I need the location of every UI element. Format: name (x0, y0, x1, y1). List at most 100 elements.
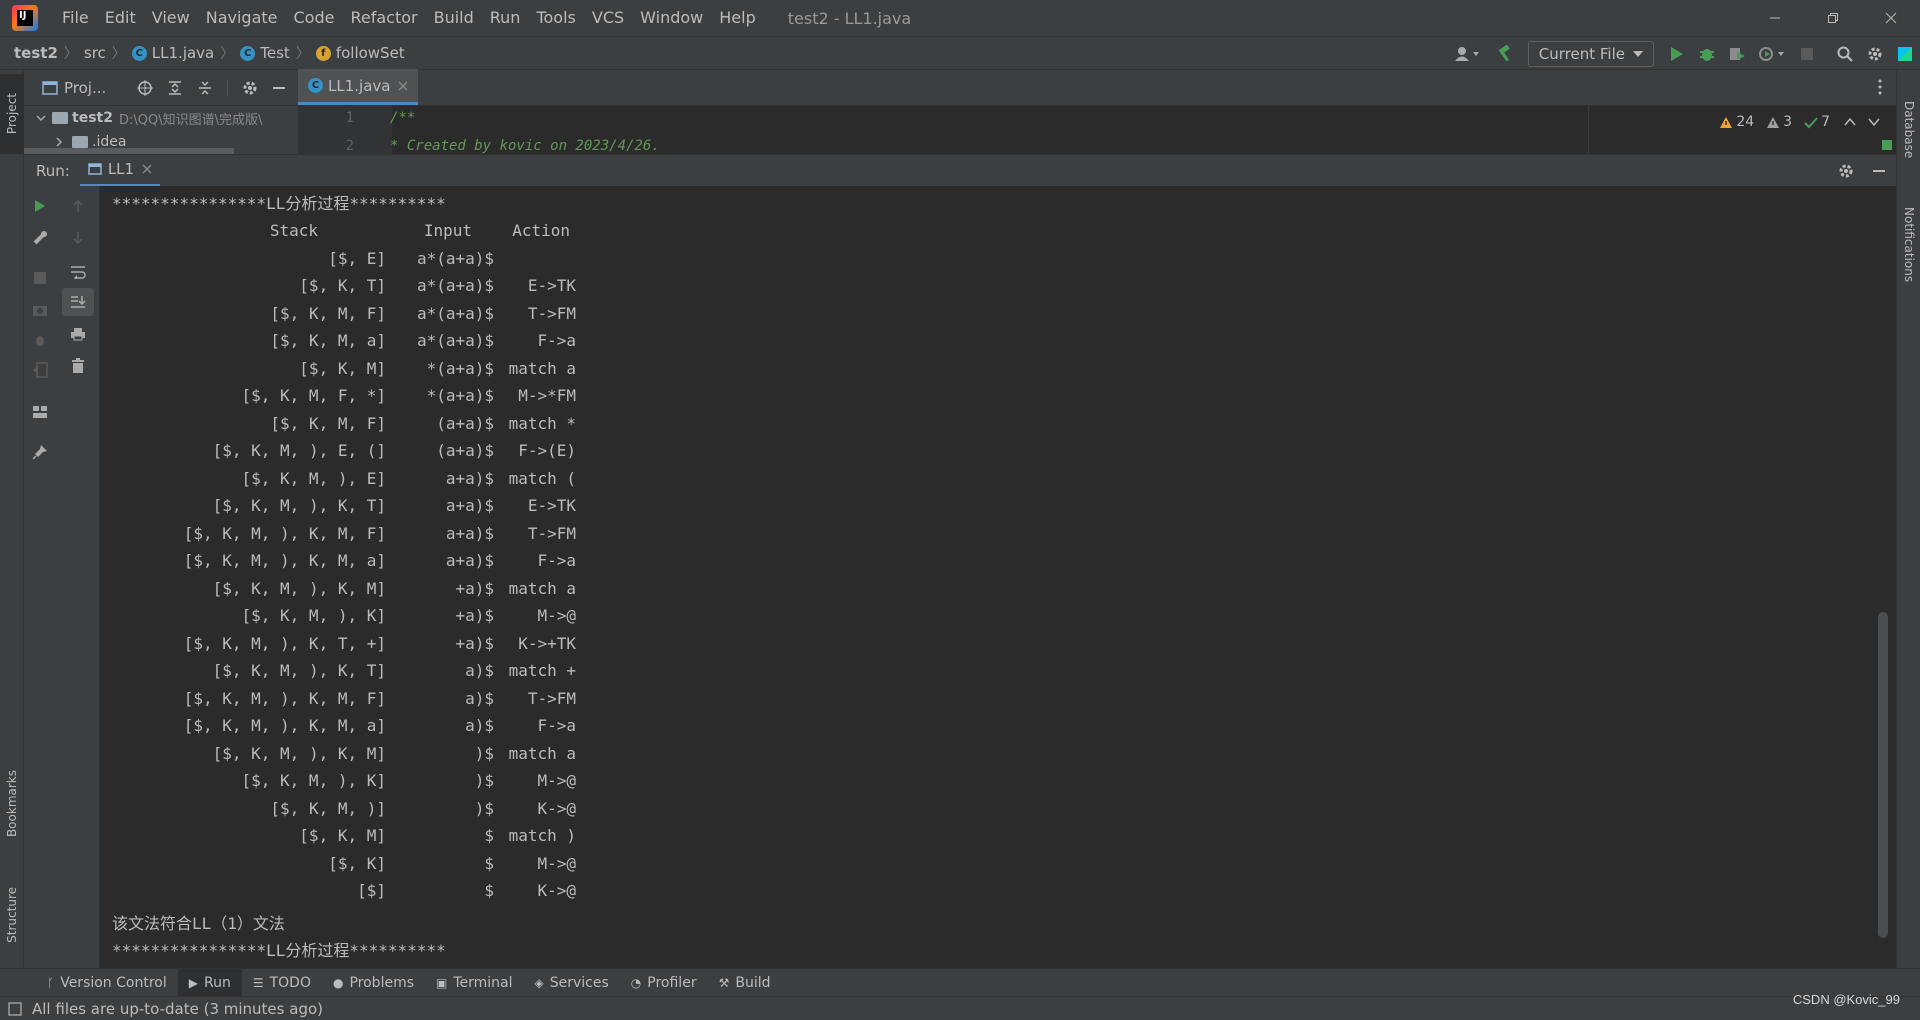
tab-profiler-label: Profiler (647, 974, 697, 991)
menu-help[interactable]: Help (711, 0, 763, 36)
menu-window[interactable]: Window (632, 0, 711, 36)
breadcrumb-method[interactable]: f followSet (315, 44, 405, 62)
close-window-button[interactable] (1862, 0, 1920, 36)
tab-build[interactable]: ⚒ Build (708, 969, 782, 997)
close-tab-icon[interactable] (398, 81, 408, 91)
project-tool-tab[interactable]: Project (0, 74, 24, 154)
tab-terminal-label: Terminal (453, 974, 513, 991)
column-header-input: Input (423, 221, 472, 240)
gear-icon[interactable] (242, 80, 258, 96)
run-tab-ll1[interactable]: LL1 (79, 155, 161, 187)
notifications-tool-tab[interactable]: Notifications (1897, 190, 1920, 300)
menu-tools[interactable]: Tools (528, 0, 583, 36)
next-highlight-icon[interactable] (1868, 117, 1880, 127)
profile-button[interactable] (1752, 37, 1792, 71)
close-tab-icon[interactable] (142, 164, 152, 174)
console-header: ****************LL分析过程********** (112, 194, 446, 213)
search-everywhere-button[interactable] (1830, 37, 1860, 71)
menu-file[interactable]: File (54, 0, 97, 36)
minimize-button[interactable] (1746, 0, 1804, 36)
locate-file-icon[interactable] (137, 79, 153, 96)
edit-configuration-button[interactable] (24, 224, 56, 252)
menu-build[interactable]: Build (426, 0, 482, 36)
editor-tabs-more-button[interactable] (1864, 69, 1896, 105)
tab-run[interactable]: ▶ Run (177, 968, 242, 997)
database-tool-tab[interactable]: Database (1897, 80, 1920, 180)
debug-button[interactable] (24, 326, 56, 354)
run-with-coverage-button[interactable] (1722, 37, 1752, 71)
menu-view[interactable]: View (144, 0, 198, 36)
user-account-button[interactable] (1446, 37, 1490, 71)
structure-tool-tab[interactable]: Structure (0, 870, 24, 960)
tree-root-row[interactable]: test2 D:\QQ\知识图谱\完成版\ (24, 106, 298, 130)
debug-button[interactable] (1692, 37, 1722, 71)
wrench-icon (33, 231, 47, 245)
console-output[interactable]: ****************LL分析过程********** Stack In… (100, 186, 1896, 968)
editor-tab-ll1[interactable]: C LL1.java (298, 69, 419, 105)
build-project-button[interactable] (1490, 37, 1520, 71)
tab-services[interactable]: ◈ Services (524, 969, 620, 997)
dump-threads-button[interactable] (24, 296, 56, 324)
layout-button[interactable] (24, 398, 56, 426)
rerun-button[interactable] (24, 192, 56, 220)
gear-icon[interactable] (1838, 163, 1854, 179)
run-configuration-select[interactable]: Current File (1527, 41, 1654, 67)
previous-occurrence-button[interactable] (62, 192, 94, 220)
restore-button[interactable] (1804, 0, 1862, 36)
exit-button[interactable] (24, 356, 56, 384)
status-message: All files are up-to-date (3 minutes ago) (32, 999, 323, 1018)
print-button[interactable] (62, 320, 94, 348)
code-editor[interactable]: 1 2 /** * Created by kovic on 2023/4/26.… (298, 106, 1896, 154)
menu-vcs[interactable]: VCS (584, 0, 632, 36)
project-tool-tab-label: Project (5, 93, 19, 135)
menu-run[interactable]: Run (482, 0, 529, 36)
menu-edit[interactable]: Edit (97, 0, 144, 36)
tab-todo[interactable]: ☰ TODO (242, 969, 322, 997)
tab-version-control[interactable]: ᚴ Version Control (36, 969, 178, 997)
breadcrumb-class[interactable]: C Test (240, 44, 290, 62)
action-cell: T->FM (527, 303, 576, 323)
run-tab-label: LL1 (107, 160, 135, 178)
window-title: test2 - LL1.java (787, 8, 912, 28)
menu-refactor[interactable]: Refactor (342, 0, 425, 36)
weak-warnings-count[interactable]: 3 (1766, 114, 1792, 130)
breadcrumb-src[interactable]: src (84, 44, 106, 62)
tab-terminal[interactable]: ▣ Terminal (425, 969, 524, 997)
pin-tab-button[interactable] (24, 438, 56, 466)
hide-panel-icon[interactable] (1872, 164, 1886, 178)
scroll-to-end-button[interactable] (62, 288, 94, 316)
menu-code[interactable]: Code (286, 0, 343, 36)
bookmarks-tool-tab[interactable]: Bookmarks (0, 754, 24, 854)
hide-panel-icon[interactable] (272, 81, 286, 95)
settings-button[interactable] (1860, 37, 1890, 71)
tab-profiler[interactable]: ◔ Profiler (620, 969, 708, 997)
input-cell: a)$ (465, 716, 494, 735)
printer-icon (71, 328, 85, 341)
tab-problems[interactable]: ● Problems (322, 969, 425, 997)
clear-all-button[interactable] (62, 352, 94, 380)
list-icon: ☰ (252, 975, 264, 990)
soft-wrap-button[interactable] (62, 258, 94, 286)
next-occurrence-button[interactable] (62, 224, 94, 252)
stop-button[interactable] (24, 264, 56, 292)
jetbrains-toolbox-button[interactable] (1890, 37, 1920, 71)
play-icon: ▶ (188, 975, 198, 990)
toggle-tool-windows-icon[interactable] (8, 1001, 22, 1016)
action-cell: F->a (537, 331, 576, 350)
typos-count[interactable]: 7 (1804, 114, 1830, 130)
breadcrumb-file[interactable]: C LL1.java (131, 44, 214, 62)
stack-cell: [$, K, M, a] (270, 331, 386, 350)
menu-navigate[interactable]: Navigate (198, 0, 286, 36)
stop-button[interactable] (1792, 37, 1822, 71)
console-scrollbar[interactable] (1878, 612, 1888, 938)
warnings-count[interactable]: 24 (1719, 114, 1754, 130)
expand-all-icon[interactable] (167, 80, 183, 96)
pin-icon (32, 445, 47, 460)
previous-highlight-icon[interactable] (1844, 117, 1856, 127)
project-panel-title[interactable]: Proj... (64, 79, 106, 97)
run-button[interactable] (1662, 37, 1692, 71)
collapse-all-icon[interactable] (197, 80, 213, 96)
inspection-widget[interactable]: 24 3 7 (1707, 114, 1880, 130)
breadcrumb-project[interactable]: test2 (14, 44, 58, 62)
action-cell: T->FM (527, 688, 576, 708)
